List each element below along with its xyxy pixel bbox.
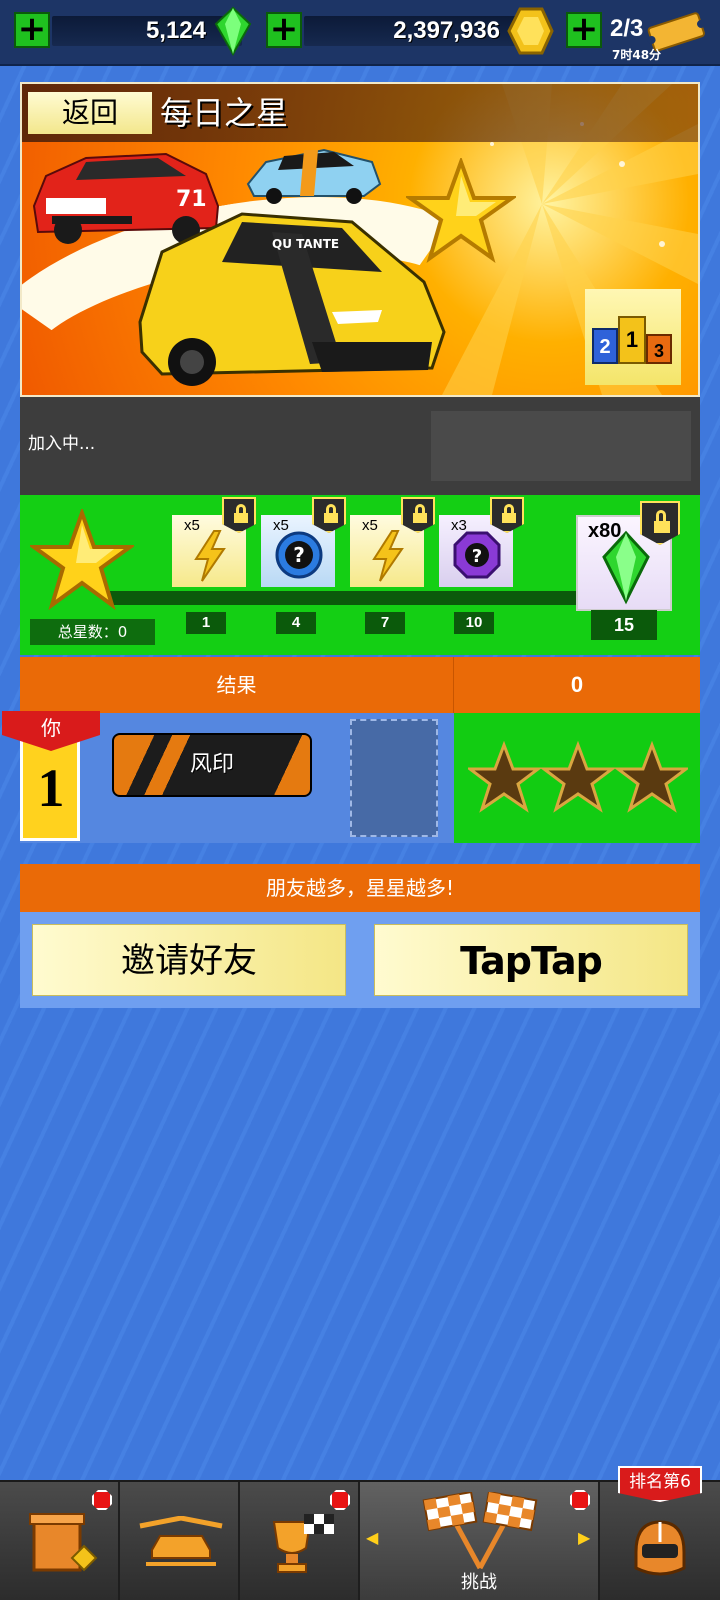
coin-icon	[507, 7, 554, 55]
nav-challenge-label: 挑战	[461, 1572, 497, 1593]
taptap-button[interactable]: TapTap	[374, 924, 688, 996]
event-banner: 71 QU TANTE 返回 每日之星 2 1 3	[20, 82, 700, 397]
nav-right-arrow-icon: ▶	[578, 1528, 591, 1547]
results-score: 0	[570, 672, 584, 697]
shop-icon	[29, 1513, 98, 1572]
coins-value: 2,397,936	[393, 17, 500, 44]
back-button[interactable]: 返回	[28, 92, 152, 134]
svg-text:2: 2	[599, 336, 610, 358]
notification-dot	[92, 1490, 112, 1510]
checkered-flags-icon	[422, 1492, 538, 1570]
nav-left-arrow-icon: ◀	[366, 1528, 379, 1547]
player-name: 风印	[189, 752, 234, 777]
banner-title: 每日之星	[160, 94, 289, 132]
speed-hunter-ticket-icon	[647, 12, 706, 52]
nav-shop[interactable]	[0, 1482, 120, 1600]
progress-track	[110, 591, 600, 605]
invite-banner: 朋友越多，星星越多!	[20, 864, 700, 912]
lightning-icon	[372, 530, 404, 582]
tickets-value: 2/3	[610, 15, 644, 42]
car-plate-text: QU TANTE	[272, 237, 339, 251]
gems-counter: + 5,124	[14, 6, 252, 56]
nav-garage[interactable]	[120, 1482, 240, 1600]
svg-text:3: 3	[654, 341, 664, 361]
total-stars-label: 总星数：0	[30, 619, 155, 645]
svg-text:1: 1	[626, 327, 638, 352]
total-stars-star-icon	[30, 509, 134, 611]
garage-icon	[139, 1516, 223, 1566]
notification-dot	[570, 1490, 590, 1510]
status-text: 加入中...	[28, 434, 96, 454]
svg-text:?: ?	[293, 543, 305, 567]
final-milestone-label: 15	[591, 610, 657, 640]
milestone-label: 10	[454, 612, 494, 634]
empty-star-icon	[613, 741, 688, 813]
lightning-icon	[194, 530, 226, 582]
milestone-label: 4	[276, 612, 316, 634]
gold-star-icon	[406, 158, 516, 263]
notification-dot	[330, 1490, 350, 1510]
player-rank: 1	[37, 758, 65, 818]
mystery-blue-icon: ?	[275, 531, 323, 579]
earned-stars	[468, 741, 688, 813]
milestone-label: 7	[365, 612, 405, 634]
podium-icon: 2 1 3	[592, 316, 672, 364]
results-header: 结果 0	[20, 657, 700, 713]
tickets-counter: + 2/3	[566, 12, 716, 52]
add-coins-button[interactable]: +	[266, 12, 302, 48]
results-label: 结果	[20, 657, 454, 713]
you-flag: 你	[2, 711, 100, 751]
ticket-timer: 7时48分	[612, 48, 662, 62]
driver-helmet-icon	[634, 1520, 686, 1576]
empty-star-icon	[539, 741, 617, 813]
coins-counter: + 2,397,936	[266, 7, 554, 55]
nav-challenge[interactable]: ◀ ▶ 挑战	[360, 1482, 600, 1600]
banner-header: 返回 每日之星	[22, 84, 698, 142]
currency-bar: + 5,124 + 2,397,936 + 2/3 7时48分	[0, 0, 720, 66]
gem-icon	[602, 530, 650, 605]
invite-friends-button[interactable]: 邀请好友	[32, 924, 346, 996]
svg-text:?: ?	[472, 546, 482, 567]
bottom-nav: ◀ ▶ 挑战	[0, 1480, 720, 1600]
trophy-icon	[272, 1514, 334, 1573]
milestone-label: 1	[186, 612, 226, 634]
event-status-row: 加入中...	[20, 397, 700, 495]
mystery-purple-icon: ?	[453, 531, 501, 579]
add-gems-button[interactable]: +	[14, 12, 50, 48]
player-stars-panel	[454, 713, 700, 843]
gem-icon	[214, 6, 252, 56]
gems-value: 5,124	[145, 17, 206, 44]
rewards-track: 总星数：0 x5 1 x5 ? 4 x5 7 x3 ? 10 x80 15	[20, 495, 700, 655]
empty-car-slot	[350, 719, 438, 837]
nav-trophies[interactable]	[240, 1482, 360, 1600]
add-tickets-button[interactable]: +	[566, 12, 602, 48]
player-nameplate[interactable]: 风印	[112, 733, 312, 797]
empty-star-icon	[468, 741, 543, 813]
leaderboard-button[interactable]: 2 1 3	[585, 289, 681, 385]
invite-panel: 邀请好友 TapTap	[20, 912, 700, 1008]
player-result-row: 1 你 风印	[2, 711, 700, 843]
yellow-sports-car-image: QU TANTE	[138, 212, 446, 386]
status-panel	[431, 411, 691, 481]
